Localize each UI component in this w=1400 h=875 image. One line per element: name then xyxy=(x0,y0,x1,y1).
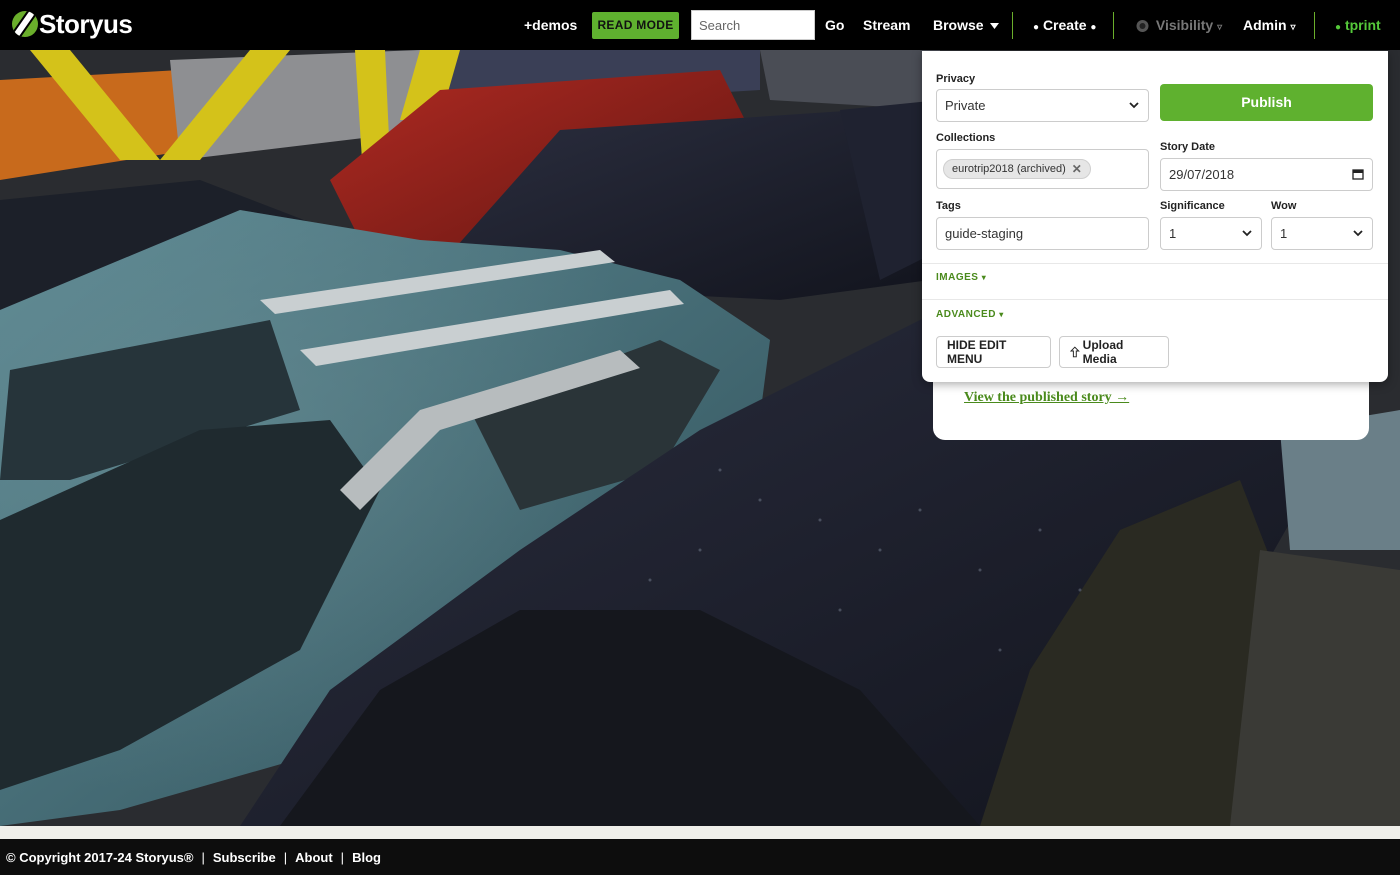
collection-chip: eurotrip2018 (archived) ✕ xyxy=(943,159,1091,179)
wow-select[interactable]: 1 xyxy=(1271,217,1373,250)
nav-divider xyxy=(1012,12,1013,39)
copyright-text: © Copyright 2017-24 Storyus® xyxy=(6,849,194,865)
significance-label: Significance xyxy=(1160,200,1225,212)
logo-text: Storyus xyxy=(39,9,133,39)
story-date-label: Story Date xyxy=(1160,141,1216,153)
privacy-select[interactable]: Private xyxy=(936,89,1149,122)
user-menu[interactable]: ● tprint xyxy=(1335,0,1381,50)
publish-button[interactable]: Publish xyxy=(1160,84,1373,121)
stream-link[interactable]: Stream xyxy=(863,0,910,50)
section-divider xyxy=(922,299,1388,300)
collections-label: Collections xyxy=(936,132,996,144)
admin-menu[interactable]: Admin ▿ xyxy=(1243,0,1295,50)
tags-value: guide-staging xyxy=(945,226,1024,241)
create-label: Create xyxy=(1042,17,1087,33)
blog-link[interactable]: Blog xyxy=(352,850,381,865)
section-divider xyxy=(922,263,1388,264)
nav-divider xyxy=(1314,12,1315,39)
wow-value: 1 xyxy=(1280,226,1288,241)
images-section-label: IMAGES xyxy=(936,272,979,283)
images-section-toggle[interactable]: IMAGES ▾ xyxy=(936,272,986,283)
subscribe-link[interactable]: Subscribe xyxy=(213,850,276,865)
triangle-down-icon: ▿ xyxy=(1217,22,1223,33)
footer: © Copyright 2017-24 Storyus® | Subscribe… xyxy=(0,839,1400,875)
caret-down-icon xyxy=(990,23,1000,30)
advanced-section-label: ADVANCED xyxy=(936,309,996,320)
online-dot-icon: ● xyxy=(1335,22,1342,33)
remove-chip-icon[interactable]: ✕ xyxy=(1072,162,1082,176)
logo-icon xyxy=(12,11,38,37)
go-button[interactable]: Go xyxy=(825,0,844,50)
browse-label: Browse xyxy=(933,17,984,33)
collections-field[interactable]: eurotrip2018 (archived) ✕ xyxy=(936,149,1149,189)
footer-separator: | xyxy=(201,849,205,865)
eye-icon xyxy=(1136,20,1149,33)
upload-media-button[interactable]: Upload Media xyxy=(1059,336,1169,368)
create-menu[interactable]: ● Create ● xyxy=(1033,0,1096,50)
top-nav: Storyus +demos READ MODE Go Stream Brows… xyxy=(0,0,1400,50)
caret-down-icon: ▾ xyxy=(981,273,987,282)
search-input[interactable] xyxy=(691,10,815,40)
wow-label: Wow xyxy=(1271,200,1297,212)
admin-label: Admin xyxy=(1243,17,1287,33)
chevron-down-icon xyxy=(1129,102,1139,109)
dot-icon: ● xyxy=(1090,22,1097,33)
upload-arrow-icon xyxy=(1070,346,1080,358)
chevron-down-icon xyxy=(1353,230,1363,237)
chevron-down-icon xyxy=(1242,230,1252,237)
hide-edit-menu-button[interactable]: HIDE EDIT MENU xyxy=(936,336,1051,368)
visibility-label: Visibility xyxy=(1155,17,1214,33)
caret-down-icon: ▾ xyxy=(999,310,1004,319)
footer-separator: | xyxy=(340,849,345,865)
edit-panel: Privacy Private Publish Collections euro… xyxy=(922,51,1388,382)
view-published-story-link[interactable]: View the published story → xyxy=(964,390,1129,406)
story-date-value: 29/07/2018 xyxy=(1169,167,1235,182)
upload-media-label: Upload Media xyxy=(1082,338,1124,366)
user-name: tprint xyxy=(1344,17,1381,33)
footer-separator: | xyxy=(283,849,288,865)
advanced-section-toggle[interactable]: ADVANCED ▾ xyxy=(936,309,1004,320)
calendar-icon[interactable] xyxy=(1352,168,1364,180)
storyus-logo[interactable]: Storyus xyxy=(12,9,133,39)
dot-icon: ● xyxy=(1033,22,1040,33)
page-strip xyxy=(0,826,1400,839)
story-date-input[interactable]: 29/07/2018 xyxy=(1160,158,1373,191)
significance-select[interactable]: 1 xyxy=(1160,217,1262,250)
collection-chip-label: eurotrip2018 (archived) xyxy=(952,163,1066,175)
privacy-value: Private xyxy=(945,98,986,113)
tags-input[interactable]: guide-staging xyxy=(936,217,1149,250)
significance-value: 1 xyxy=(1169,226,1177,241)
triangle-down-icon: ▿ xyxy=(1290,22,1296,33)
nav-divider xyxy=(1113,12,1114,39)
privacy-label: Privacy xyxy=(936,73,976,85)
demos-link[interactable]: +demos xyxy=(524,0,577,50)
tags-label: Tags xyxy=(936,200,961,212)
read-mode-button[interactable]: READ MODE xyxy=(592,12,679,39)
about-link[interactable]: About xyxy=(295,850,333,865)
visibility-menu[interactable]: Visibility ▿ xyxy=(1135,0,1222,50)
browse-menu[interactable]: Browse xyxy=(933,0,1000,50)
